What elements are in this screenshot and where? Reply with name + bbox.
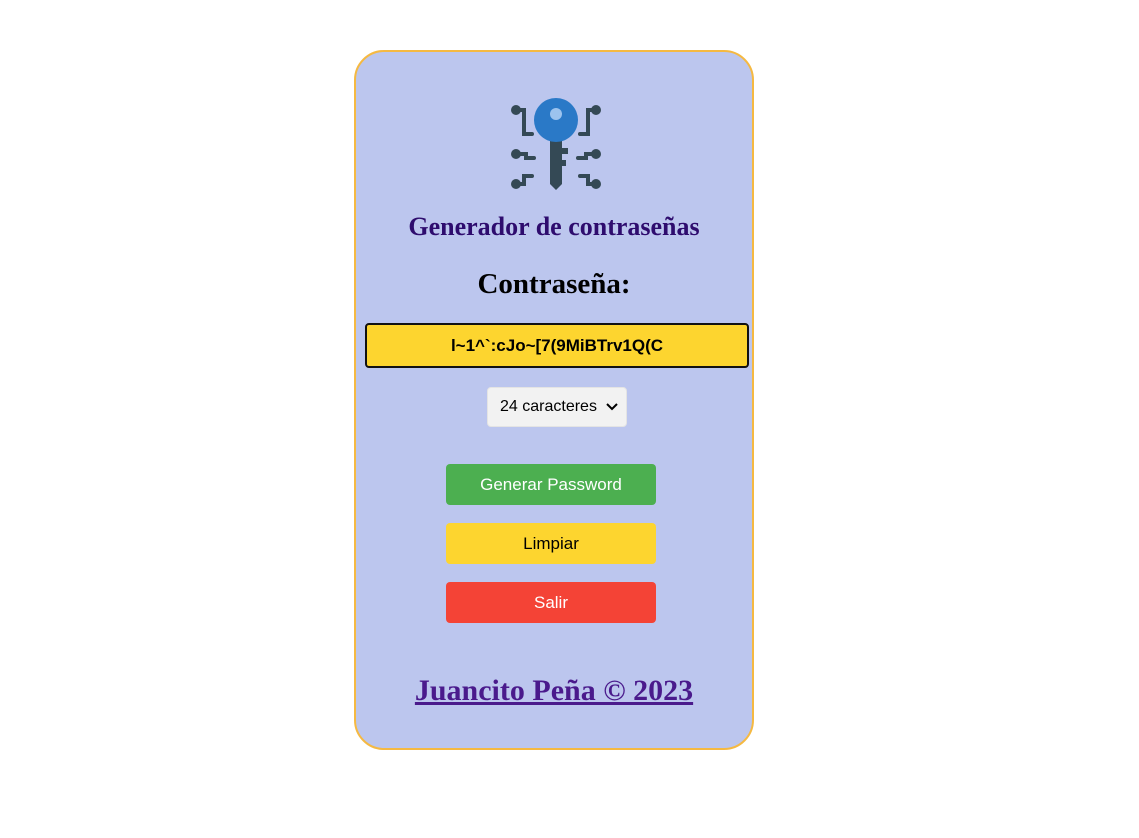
password-heading: Contraseña: [477,268,631,300]
app-title: Generador de contraseñas [408,212,700,241]
exit-button[interactable]: Salir [446,582,656,623]
length-select-value: 24 caracteres [500,398,597,415]
length-select[interactable]: 24 caracteres [487,387,627,427]
password-output[interactable]: l~1^`:cJo~[7(9MiBTrv1Q(C [365,323,749,368]
password-generator-card: Generador de contraseñas Contraseña: l~1… [354,50,754,750]
generate-password-button[interactable]: Generar Password [446,464,656,505]
digital-key-icon [511,98,601,190]
author-link[interactable]: Juancito Peña © 2023 [356,674,752,708]
clear-button[interactable]: Limpiar [446,523,656,564]
chevron-down-icon [606,400,618,414]
